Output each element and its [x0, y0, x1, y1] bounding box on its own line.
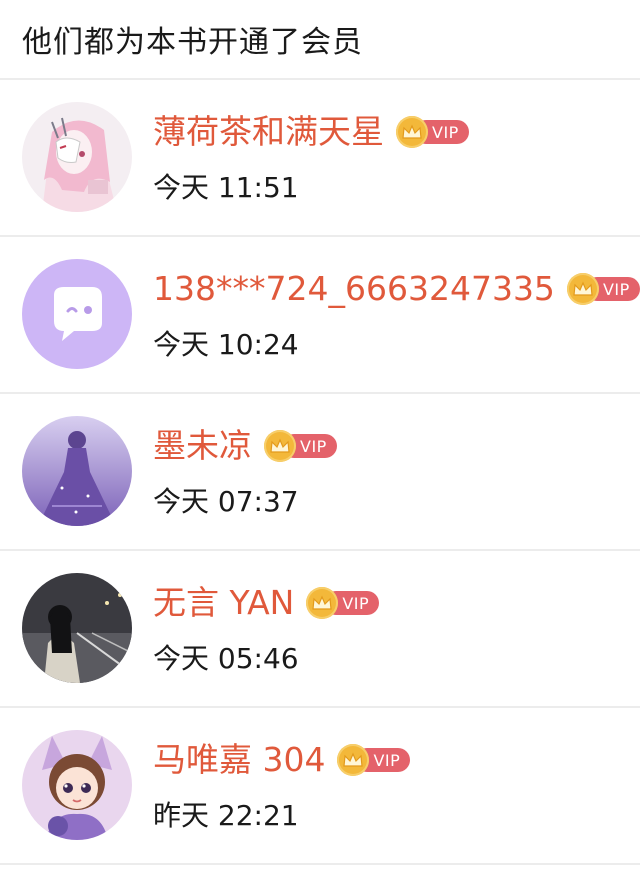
list-item[interactable]: 墨未凉 VIP 今天 07:37: [0, 394, 640, 551]
crown-icon: [396, 116, 428, 148]
member-time: 今天 05:46: [153, 642, 299, 675]
avatar[interactable]: [22, 102, 132, 212]
avatar[interactable]: [22, 416, 132, 526]
member-list-page: 他们都为本书开通了会员 薄荷茶和满天星 VIP 今天 11:51 138***7…: [0, 0, 640, 876]
member-name-line: 138***724_6663247335 VIP: [153, 265, 640, 313]
member-name-line: 薄荷茶和满天星 VIP: [153, 108, 469, 156]
avatar[interactable]: [22, 573, 132, 683]
vip-badge: VIP: [306, 587, 380, 619]
member-name[interactable]: 138***724_6663247335: [153, 265, 555, 313]
night-street-avatar-icon: [22, 573, 132, 683]
member-time: 昨天 22:21: [153, 799, 299, 832]
member-time: 今天 07:37: [153, 485, 299, 518]
list-item[interactable]: 马唯嘉 304 VIP 昨天 22:21: [0, 708, 640, 865]
member-name[interactable]: 墨未凉: [153, 422, 252, 470]
avatar[interactable]: [22, 730, 132, 840]
avatar[interactable]: [22, 259, 132, 369]
member-name[interactable]: 薄荷茶和满天星: [153, 108, 384, 156]
cartoon-girl-avatar-icon: [22, 730, 132, 840]
vip-badge: VIP: [337, 744, 411, 776]
list-item[interactable]: 138***724_6663247335 VIP 今天 10:24: [0, 237, 640, 394]
vip-badge: VIP: [566, 273, 640, 305]
default-chat-bubble-avatar-icon: [22, 259, 132, 369]
crown-icon: [264, 430, 296, 462]
member-list: 薄荷茶和满天星 VIP 今天 11:51 138***724_666324733…: [0, 80, 640, 865]
member-name[interactable]: 无言 YAN: [153, 579, 294, 627]
member-time: 今天 11:51: [153, 171, 299, 204]
page-title: 他们都为本书开通了会员: [22, 25, 363, 60]
member-name[interactable]: 马唯嘉 304: [153, 736, 325, 784]
vip-badge: VIP: [264, 430, 337, 462]
member-name-line: 墨未凉 VIP: [153, 422, 337, 470]
member-time: 今天 10:24: [153, 328, 299, 361]
list-item[interactable]: 无言 YAN VIP 今天 05:46: [0, 551, 640, 708]
list-item[interactable]: 薄荷茶和满天星 VIP 今天 11:51: [0, 80, 640, 237]
crown-icon: [566, 273, 599, 305]
purple-dress-avatar-icon: [22, 416, 132, 526]
anime-mask-girl-avatar-icon: [22, 102, 132, 212]
header: 他们都为本书开通了会员: [0, 0, 640, 80]
member-name-line: 无言 YAN VIP: [153, 579, 380, 627]
member-name-line: 马唯嘉 304 VIP: [153, 736, 411, 784]
vip-badge: VIP: [396, 116, 469, 148]
